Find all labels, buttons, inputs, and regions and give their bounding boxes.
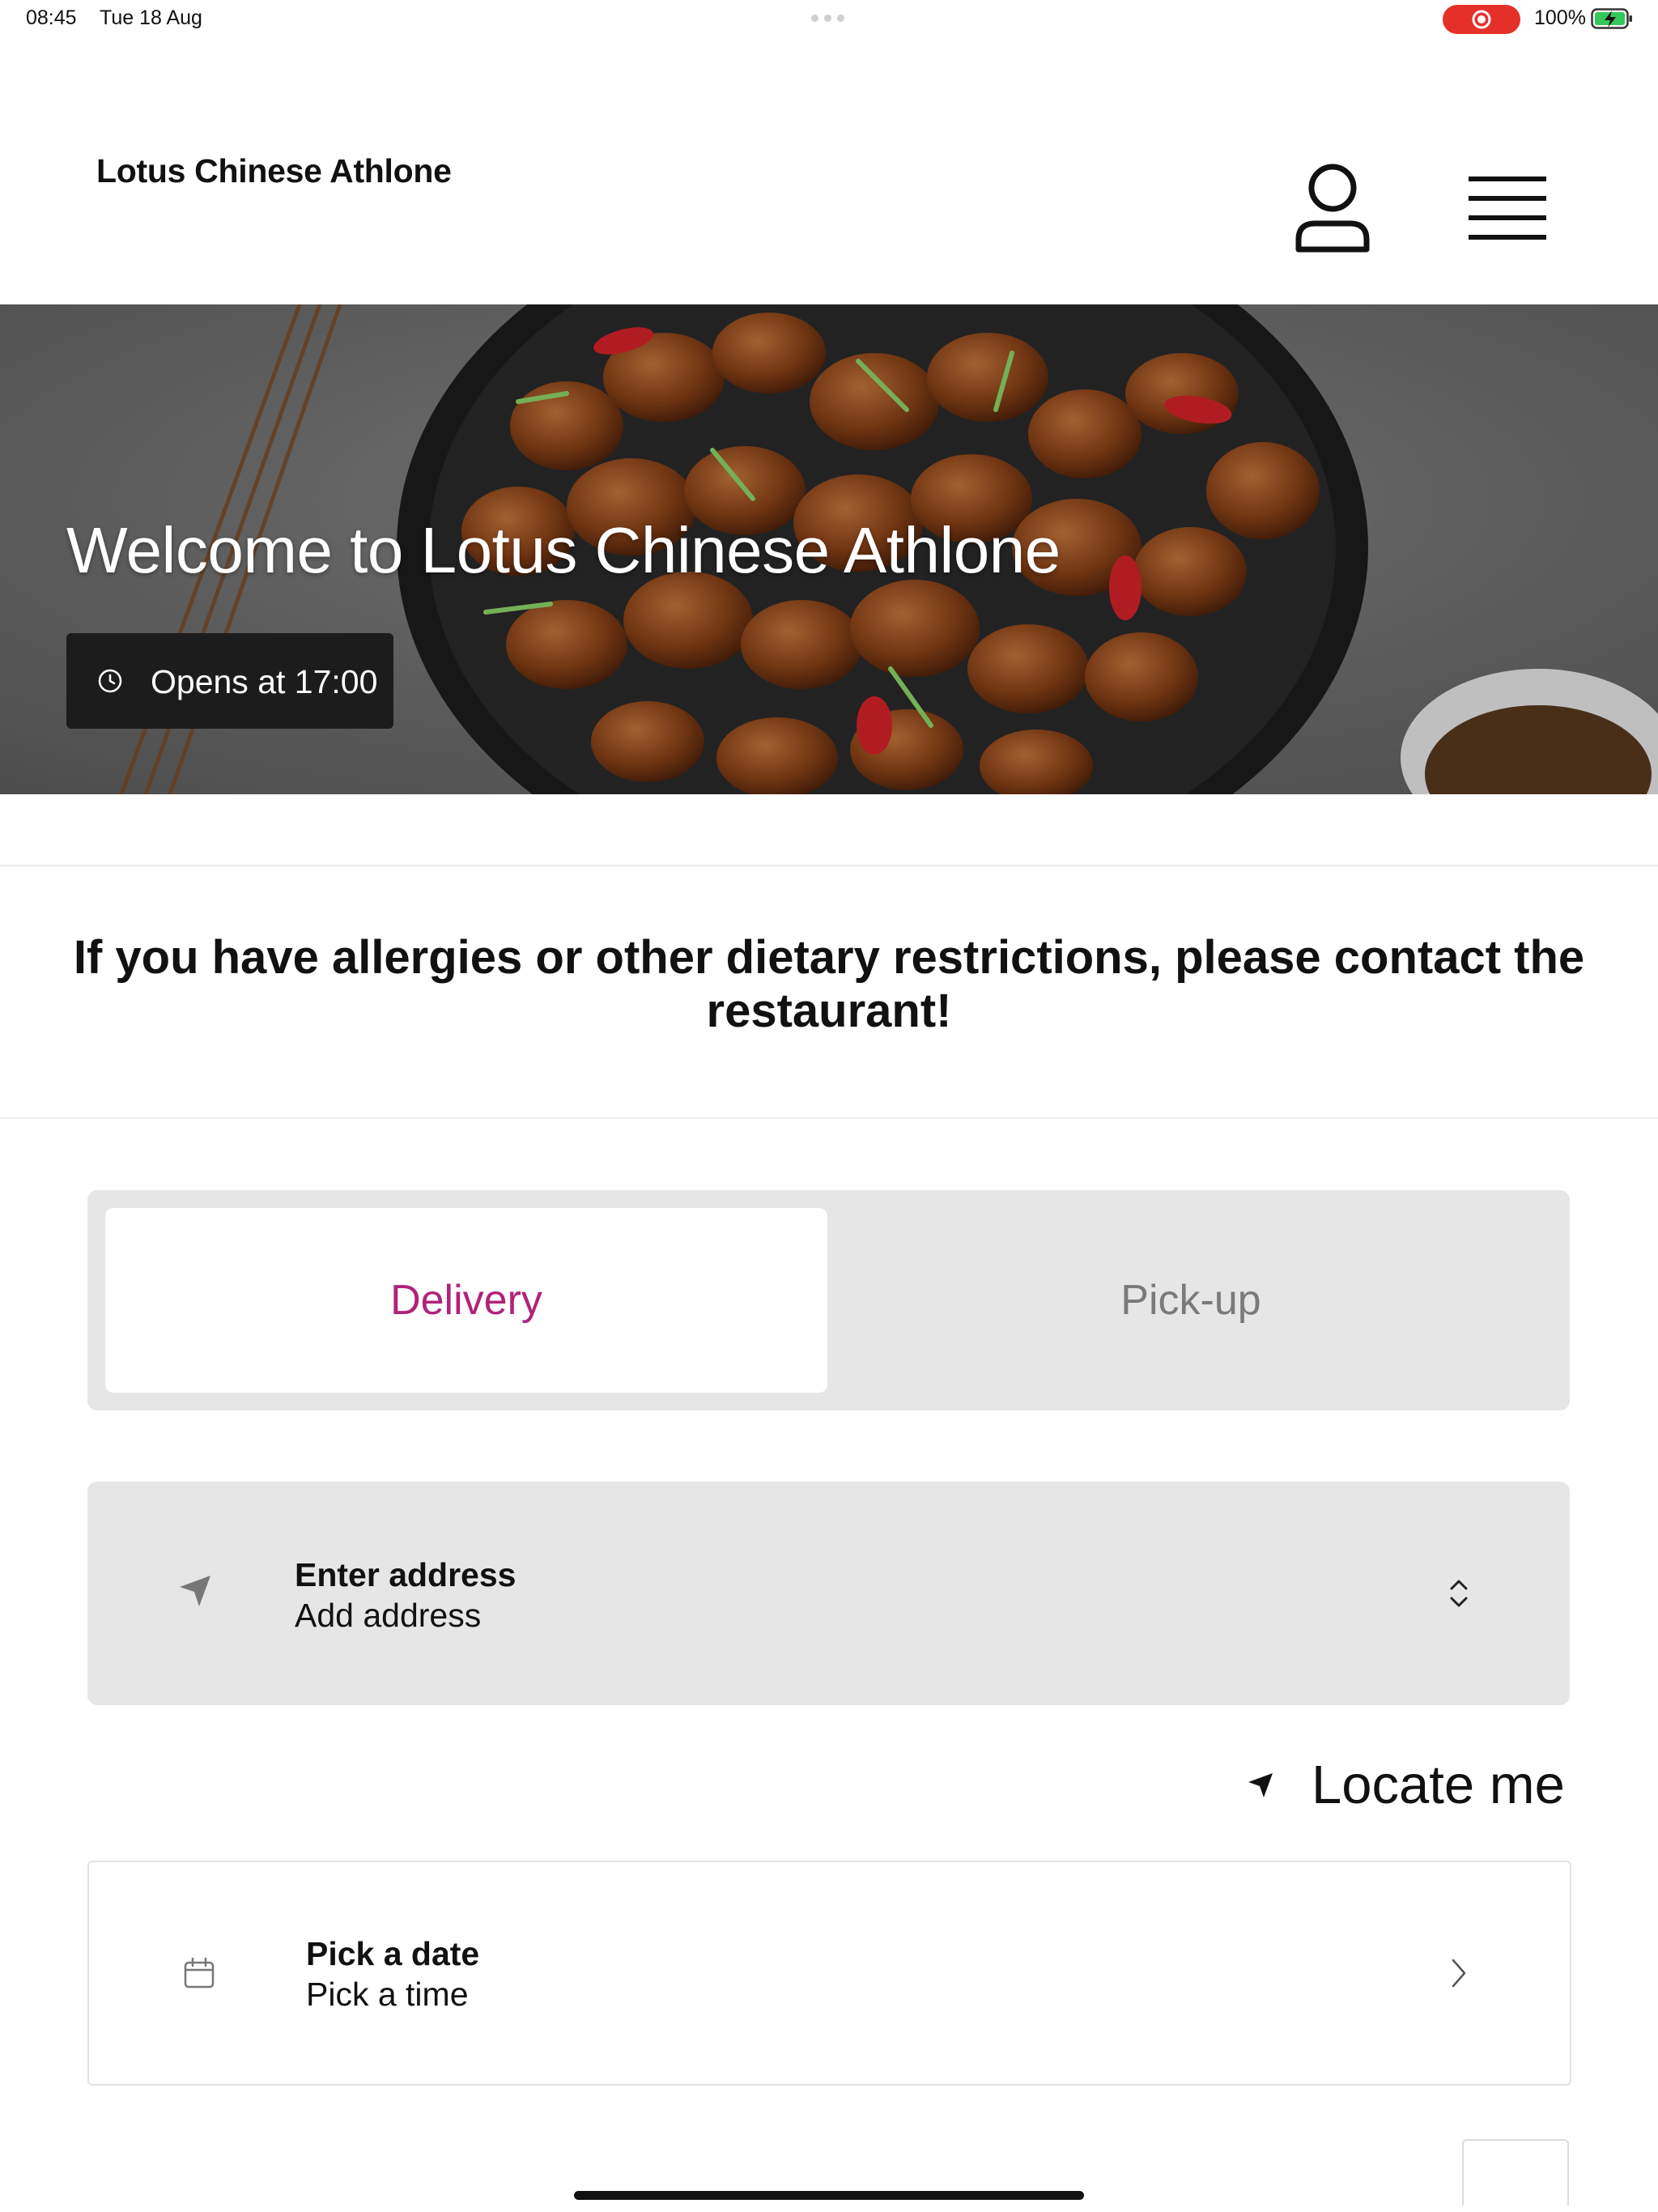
divider [0, 1117, 1658, 1119]
location-arrow-icon [1248, 1773, 1273, 1797]
calendar-icon [184, 1957, 215, 1989]
site-header: Lotus Chinese Athlone [0, 39, 1658, 304]
menu-button[interactable] [1465, 173, 1550, 246]
battery-charging-icon [1591, 8, 1632, 29]
account-button[interactable] [1290, 162, 1375, 257]
home-indicator[interactable] [574, 2191, 1084, 2200]
restaurant-name[interactable]: Lotus Chinese Athlone [96, 152, 452, 190]
hero-banner: Welcome to Lotus Chinese Athlone Opens a… [0, 304, 1658, 794]
order-mode-toggle: Delivery Pick-up [87, 1190, 1570, 1410]
status-date: Tue 18 Aug [100, 6, 202, 29]
time-subtitle: Pick a time [306, 1976, 469, 2013]
locate-me-button[interactable]: Locate me [1247, 1749, 1571, 1822]
status-time: 08:45 [26, 6, 77, 29]
address-subtitle: Add address [295, 1597, 482, 1634]
tab-delivery[interactable]: Delivery [105, 1208, 827, 1393]
location-arrow-icon [180, 1576, 210, 1606]
multitasking-dots-icon[interactable] [811, 15, 844, 22]
tab-pick-up[interactable]: Pick-up [830, 1208, 1552, 1393]
locate-me-label: Locate me [1312, 1755, 1565, 1815]
hamburger-menu-icon [1469, 177, 1546, 240]
opening-hours-text: Opens at 17:00 [151, 663, 378, 700]
hero-title: Welcome to Lotus Chinese Athlone [66, 514, 1061, 586]
allergy-notice: If you have allergies or other dietary r… [73, 931, 1585, 1037]
opening-hours-badge: Opens at 17:00 [66, 633, 393, 729]
date-time-picker[interactable]: Pick a date Pick a time [87, 1861, 1571, 2086]
address-title: Enter address [295, 1556, 517, 1593]
screen-recording-icon[interactable] [1443, 5, 1520, 34]
partially-visible-box [1462, 2139, 1569, 2206]
chevron-right-icon [1452, 1959, 1466, 1988]
clock-icon [98, 669, 122, 693]
address-selector[interactable]: Enter address Add address [87, 1482, 1570, 1705]
person-icon [1295, 164, 1370, 253]
chevron-up-down-icon [1450, 1580, 1468, 1607]
divider [0, 865, 1658, 866]
battery-percentage: 100% [1534, 6, 1586, 29]
status-bar: 08:45 Tue 18 Aug 100% [0, 0, 1658, 39]
date-title: Pick a date [306, 1935, 480, 1972]
